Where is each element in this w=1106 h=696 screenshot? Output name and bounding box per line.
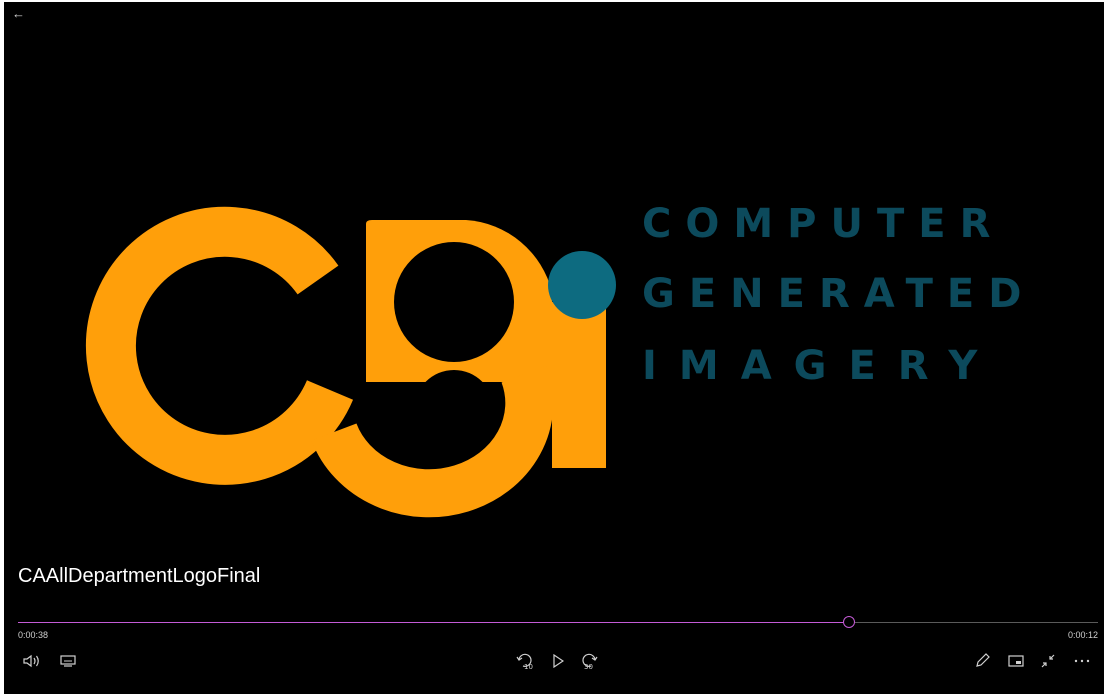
logo-dot xyxy=(548,251,616,319)
captions-icon xyxy=(60,655,76,667)
more-button[interactable] xyxy=(1068,647,1096,675)
seek-bar[interactable] xyxy=(18,616,1098,628)
remaining-time: 0:00:12 xyxy=(1067,630,1098,640)
more-icon xyxy=(1074,659,1090,663)
skip-back-seconds: 10 xyxy=(524,663,533,670)
pencil-icon xyxy=(976,653,990,667)
edit-button[interactable] xyxy=(968,647,996,675)
logo-letter-c xyxy=(85,206,354,485)
volume-icon xyxy=(23,654,39,668)
skip-back-icon: 10 xyxy=(516,653,533,670)
skip-forward-button[interactable]: 30 xyxy=(576,647,604,675)
seek-bar-progress xyxy=(18,622,849,623)
video-player[interactable]: ← COMPUTER GENERATED IMAGERY CAAllDepart… xyxy=(4,2,1104,694)
skip-forward-seconds: 30 xyxy=(584,663,593,670)
logo-text-generated: GENERATED xyxy=(642,271,1036,317)
volume-button[interactable] xyxy=(18,647,46,675)
skip-back-button[interactable]: 10 xyxy=(510,647,538,675)
seek-bar-thumb[interactable] xyxy=(842,616,855,628)
exit-fullscreen-icon xyxy=(1041,654,1055,668)
skip-forward-icon: 30 xyxy=(582,653,598,670)
mini-view-button[interactable] xyxy=(1002,647,1030,675)
captions-button[interactable] xyxy=(54,647,82,675)
logo-text-imagery: IMAGERY xyxy=(642,343,1000,389)
play-icon xyxy=(553,654,564,668)
mini-view-icon xyxy=(1008,655,1024,667)
elapsed-time: 0:00:38 xyxy=(18,630,49,640)
logo-text-computer: COMPUTER xyxy=(642,201,1005,247)
video-title: CAAllDepartmentLogoFinal xyxy=(18,565,261,587)
exit-fullscreen-button[interactable] xyxy=(1034,647,1062,675)
play-button[interactable] xyxy=(544,647,572,675)
